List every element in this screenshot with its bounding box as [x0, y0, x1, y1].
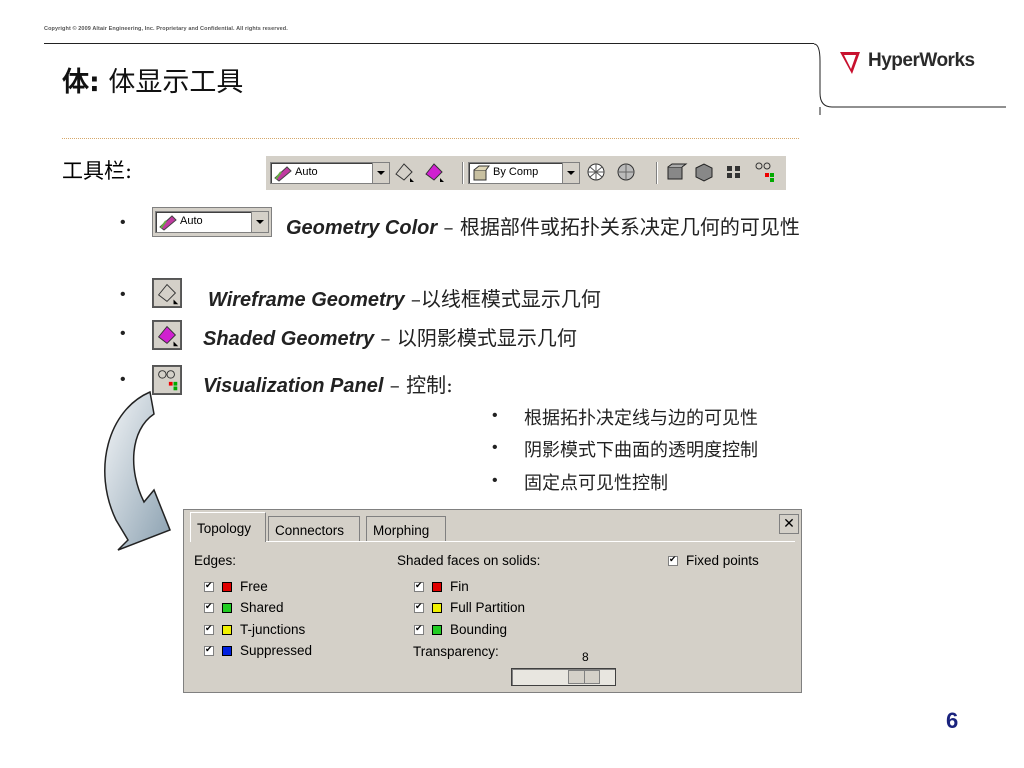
geometry-color-combo-sample: Auto	[155, 211, 269, 233]
checkbox[interactable]	[414, 601, 424, 614]
hyperworks-logo: HyperWorks	[836, 46, 986, 76]
visualization-panel: Topology Connectors Morphing ✕ Edges: Fr…	[183, 509, 802, 693]
color-swatch[interactable]	[432, 603, 442, 614]
solid-wire-icon[interactable]	[664, 160, 688, 184]
hyperworks-logo-icon	[840, 52, 860, 74]
tab-divider	[190, 541, 795, 542]
checkbox[interactable]	[204, 580, 214, 593]
mesh-wire-icon[interactable]	[584, 160, 608, 184]
sub-bullet: •	[492, 472, 498, 489]
edges-label: Edges:	[194, 553, 237, 568]
face-option-full-partition[interactable]: Full Partition	[414, 600, 525, 615]
item-geometry-color: Geometry Color – 根据部件或拓扑关系决定几何的可见性	[286, 215, 800, 239]
shaded-icon[interactable]	[422, 160, 446, 184]
title-divider	[62, 138, 799, 139]
transparency-value: 8	[582, 650, 589, 664]
wireframe-icon[interactable]	[392, 160, 416, 184]
page-number: 6	[946, 708, 959, 733]
face-option-bounding[interactable]: Bounding	[414, 622, 507, 637]
color-swatch[interactable]	[432, 582, 442, 593]
color-swatch[interactable]	[222, 625, 232, 636]
solid-shaded-icon[interactable]	[692, 160, 716, 184]
visualization-panel-icon[interactable]	[752, 160, 776, 184]
fixed-points-option[interactable]: Fixed points	[668, 553, 759, 568]
item-wireframe-geometry: Wireframe Geometry –以线框模式显示几何	[208, 287, 601, 311]
color-palette-icon	[159, 215, 177, 231]
checkbox[interactable]	[204, 623, 214, 636]
sub-item-edge-visibility: 根据拓扑决定线与边的可见性	[524, 408, 758, 429]
checkbox[interactable]	[414, 580, 424, 593]
color-swatch[interactable]	[222, 646, 232, 657]
edge-option-t-junctions[interactable]: T-junctions	[204, 622, 305, 637]
chevron-down-icon[interactable]	[372, 163, 389, 183]
toolbar-label: 工具栏:	[62, 159, 133, 183]
sub-item-transparency: 阴影模式下曲面的透明度控制	[524, 440, 758, 461]
toolbar-separator	[462, 162, 463, 184]
bullet: •	[120, 325, 126, 342]
page-title: 体: 体显示工具	[62, 67, 244, 98]
geometry-color-sample: Auto	[152, 207, 272, 237]
color-swatch[interactable]	[222, 603, 232, 614]
color-palette-icon	[274, 166, 292, 182]
chevron-down-icon	[251, 212, 268, 232]
item-shaded-geometry: Shaded Geometry – 以阴影模式显示几何	[203, 326, 577, 350]
slider-thumb[interactable]	[568, 670, 600, 684]
component-icon	[473, 165, 490, 181]
transparency-label: Transparency:	[413, 644, 499, 659]
geometry-color-combo[interactable]: Auto	[270, 162, 390, 184]
tab-morphing[interactable]: Morphing	[366, 516, 446, 542]
shaded-icon	[152, 320, 182, 350]
color-swatch[interactable]	[222, 582, 232, 593]
chevron-down-icon[interactable]	[562, 163, 579, 183]
toolbar-separator	[656, 162, 657, 184]
item-visualization-panel: Visualization Panel – 控制:	[203, 373, 453, 397]
brand-name: HyperWorks	[868, 50, 975, 71]
bullet: •	[120, 214, 126, 231]
sub-bullet: •	[492, 407, 498, 424]
by-comp-combo[interactable]: By Comp	[468, 162, 580, 184]
wireframe-icon	[152, 278, 182, 308]
checkbox[interactable]	[668, 554, 678, 567]
close-icon[interactable]: ✕	[779, 514, 799, 534]
curved-arrow-icon	[104, 390, 171, 551]
tab-topology[interactable]: Topology	[190, 512, 266, 542]
sub-item-fixed-points: 固定点可见性控制	[524, 473, 668, 494]
sub-bullet: •	[492, 439, 498, 456]
geometry-toolbar: Auto By Comp	[266, 156, 786, 190]
checkbox[interactable]	[414, 623, 424, 636]
tab-connectors[interactable]: Connectors	[268, 516, 360, 542]
checkbox[interactable]	[204, 601, 214, 614]
color-swatch[interactable]	[432, 625, 442, 636]
shaded-faces-label: Shaded faces on solids:	[397, 553, 541, 568]
transparency-slider[interactable]	[511, 668, 616, 686]
checkbox[interactable]	[204, 644, 214, 657]
bullet: •	[120, 286, 126, 303]
edge-option-free[interactable]: Free	[204, 579, 268, 594]
mesh-shaded-icon[interactable]	[614, 160, 638, 184]
bullet: •	[120, 371, 126, 388]
fixed-points-icon[interactable]	[722, 160, 746, 184]
copyright-notice: Copyright © 2009 Altair Engineering, Inc…	[44, 26, 288, 32]
face-option-fin[interactable]: Fin	[414, 579, 469, 594]
edge-option-shared[interactable]: Shared	[204, 600, 284, 615]
header-rule	[44, 43, 814, 44]
edge-option-suppressed[interactable]: Suppressed	[204, 643, 312, 658]
